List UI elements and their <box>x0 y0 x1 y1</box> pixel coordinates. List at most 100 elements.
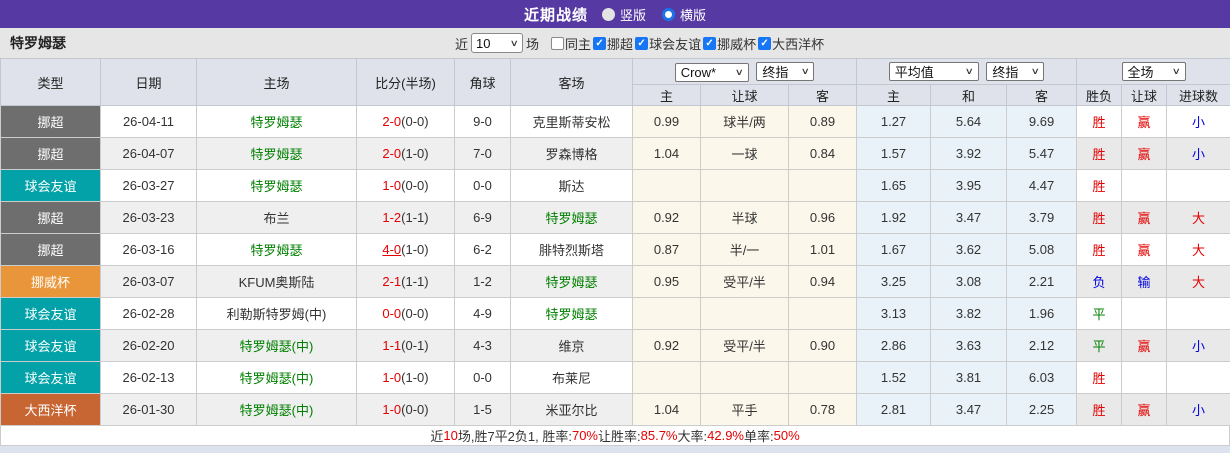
outcome-cell: 胜 <box>1077 394 1122 426</box>
league-checkbox-4[interactable]: ✓大西洋杯 <box>758 34 824 53</box>
away-team: 腓特烈斯塔 <box>511 234 633 266</box>
asian-away-odds <box>789 362 857 394</box>
away-team: 罗森博格 <box>511 138 633 170</box>
radio-button-icon[interactable] <box>662 8 675 21</box>
euro-draw-odds: 3.08 <box>931 266 1007 298</box>
goals-result-cell <box>1167 170 1230 202</box>
asian-company-value: Crow* <box>681 65 716 80</box>
home-team: 特罗姆瑟 <box>197 170 357 202</box>
chevron-down-icon: ∨ <box>800 66 809 77</box>
league-checkbox-0[interactable]: 同主 <box>551 34 591 53</box>
asian-handicap-line: 球半/两 <box>701 106 789 138</box>
asian-home-odds: 0.87 <box>633 234 701 266</box>
euro-home-odds: 1.52 <box>857 362 931 394</box>
match-row: 挪超26-04-11特罗姆瑟2-0(0-0)9-0克里斯蒂安松0.99球半/两0… <box>1 106 1230 138</box>
summary-segment: 42.9% <box>707 428 744 443</box>
checkbox-icon[interactable]: ✓ <box>703 37 716 50</box>
type-badge: 挪超 <box>1 202 101 234</box>
asian-time-value: 终指 <box>762 62 788 81</box>
asian-handicap-line <box>701 170 789 202</box>
asian-away-odds: 1.01 <box>789 234 857 266</box>
checkbox-label: 球会友谊 <box>649 34 701 53</box>
date-cell: 26-03-27 <box>101 170 197 202</box>
games-label: 场 <box>526 34 539 53</box>
corner-cell: 0-0 <box>455 170 511 202</box>
checkbox-label: 挪威杯 <box>717 34 756 53</box>
chevron-down-icon: ∨ <box>1030 66 1039 77</box>
euro-draw-odds: 3.63 <box>931 330 1007 362</box>
asian-handicap-line: 一球 <box>701 138 789 170</box>
radio-horizontal-label: 横版 <box>680 5 706 24</box>
asian-company-select[interactable]: Crow* ∨ <box>675 63 749 82</box>
home-team: 特罗姆瑟(中) <box>197 394 357 426</box>
match-row: 挪威杯26-03-07KFUM奥斯陆2-1(1-1)1-2特罗姆瑟0.95受平/… <box>1 266 1230 298</box>
euro-home-odds: 2.81 <box>857 394 931 426</box>
outcome-cell: 平 <box>1077 330 1122 362</box>
match-row: 挪超26-04-07特罗姆瑟2-0(1-0)7-0罗森博格1.04一球0.841… <box>1 138 1230 170</box>
checkbox-icon[interactable]: ✓ <box>758 37 771 50</box>
handicap-result-cell: 赢 <box>1122 138 1167 170</box>
checkbox-icon[interactable] <box>551 37 564 50</box>
goals-result-cell: 小 <box>1167 394 1230 426</box>
sub-header-euro-draw: 和 <box>931 85 1007 106</box>
date-cell: 26-03-16 <box>101 234 197 266</box>
summary-segment: 70% <box>572 428 598 443</box>
match-row: 球会友谊26-02-13特罗姆瑟(中)1-0(1-0)0-0布莱尼1.523.8… <box>1 362 1230 394</box>
euro-odds-group-header: 平均值 ∨ 终指 ∨ <box>857 59 1077 85</box>
euro-away-odds: 2.25 <box>1007 394 1077 426</box>
league-checkbox-2[interactable]: ✓球会友谊 <box>635 34 701 53</box>
sub-header-asian-line: 让球 <box>701 85 789 106</box>
away-team: 米亚尔比 <box>511 394 633 426</box>
checkbox-icon[interactable]: ✓ <box>593 37 606 50</box>
type-badge: 大西洋杯 <box>1 394 101 426</box>
asian-odds-group-header: Crow* ∨ 终指 ∨ <box>633 59 857 85</box>
match-count-select[interactable]: 10 ∨ <box>471 33 523 53</box>
outcome-cell: 胜 <box>1077 202 1122 234</box>
score-cell: 1-0(0-0) <box>357 170 455 202</box>
filter-controls: 近 10 ∨ 场 同主✓挪超✓球会友谊✓挪威杯✓大西洋杯 <box>455 28 824 58</box>
euro-away-odds: 2.21 <box>1007 266 1077 298</box>
asian-handicap-line <box>701 362 789 394</box>
asian-away-odds: 0.84 <box>789 138 857 170</box>
sub-header-handicap: 让球 <box>1122 85 1167 106</box>
handicap-result-cell: 赢 <box>1122 202 1167 234</box>
league-checkbox-1[interactable]: ✓挪超 <box>593 34 633 53</box>
euro-home-odds: 1.57 <box>857 138 931 170</box>
corner-cell: 4-3 <box>455 330 511 362</box>
radio-button-icon[interactable] <box>602 8 615 21</box>
euro-away-odds: 3.79 <box>1007 202 1077 234</box>
scope-value: 全场 <box>1128 62 1154 81</box>
radio-vertical-layout[interactable]: 竖版 <box>602 5 646 24</box>
panel-title: 近期战绩 <box>524 4 588 25</box>
asian-home-odds <box>633 298 701 330</box>
summary-segment: 单率: <box>744 426 774 445</box>
match-row: 大西洋杯26-01-30特罗姆瑟(中)1-0(0-0)1-5米亚尔比1.04平手… <box>1 394 1230 426</box>
handicap-result-cell <box>1122 298 1167 330</box>
sub-header-asian-home: 主 <box>633 85 701 106</box>
euro-home-odds: 1.27 <box>857 106 931 138</box>
match-row: 球会友谊26-02-28利勒斯特罗姆(中)0-0(0-0)4-9特罗姆瑟3.13… <box>1 298 1230 330</box>
euro-time-select[interactable]: 终指 ∨ <box>986 62 1044 81</box>
summary-segment: 近 <box>430 426 443 445</box>
radio-horizontal-layout[interactable]: 横版 <box>662 5 706 24</box>
league-checkbox-3[interactable]: ✓挪威杯 <box>703 34 756 53</box>
euro-draw-odds: 3.92 <box>931 138 1007 170</box>
col-header-corner: 角球 <box>455 59 511 106</box>
asian-handicap-line: 半球 <box>701 202 789 234</box>
asian-time-select[interactable]: 终指 ∨ <box>756 62 814 81</box>
euro-away-odds: 4.47 <box>1007 170 1077 202</box>
league-checkbox-group: 同主✓挪超✓球会友谊✓挪威杯✓大西洋杯 <box>551 34 824 53</box>
type-badge: 球会友谊 <box>1 298 101 330</box>
scope-select[interactable]: 全场 ∨ <box>1122 62 1186 81</box>
score-cell: 2-0(0-0) <box>357 106 455 138</box>
euro-company-select[interactable]: 平均值 ∨ <box>889 62 979 81</box>
euro-draw-odds: 3.95 <box>931 170 1007 202</box>
home-team: 特罗姆瑟(中) <box>197 330 357 362</box>
home-team: KFUM奥斯陆 <box>197 266 357 298</box>
away-team: 特罗姆瑟 <box>511 202 633 234</box>
asian-home-odds: 0.99 <box>633 106 701 138</box>
score-cell: 1-2(1-1) <box>357 202 455 234</box>
euro-home-odds: 3.25 <box>857 266 931 298</box>
checkbox-icon[interactable]: ✓ <box>635 37 648 50</box>
match-count-value: 10 <box>476 36 490 51</box>
